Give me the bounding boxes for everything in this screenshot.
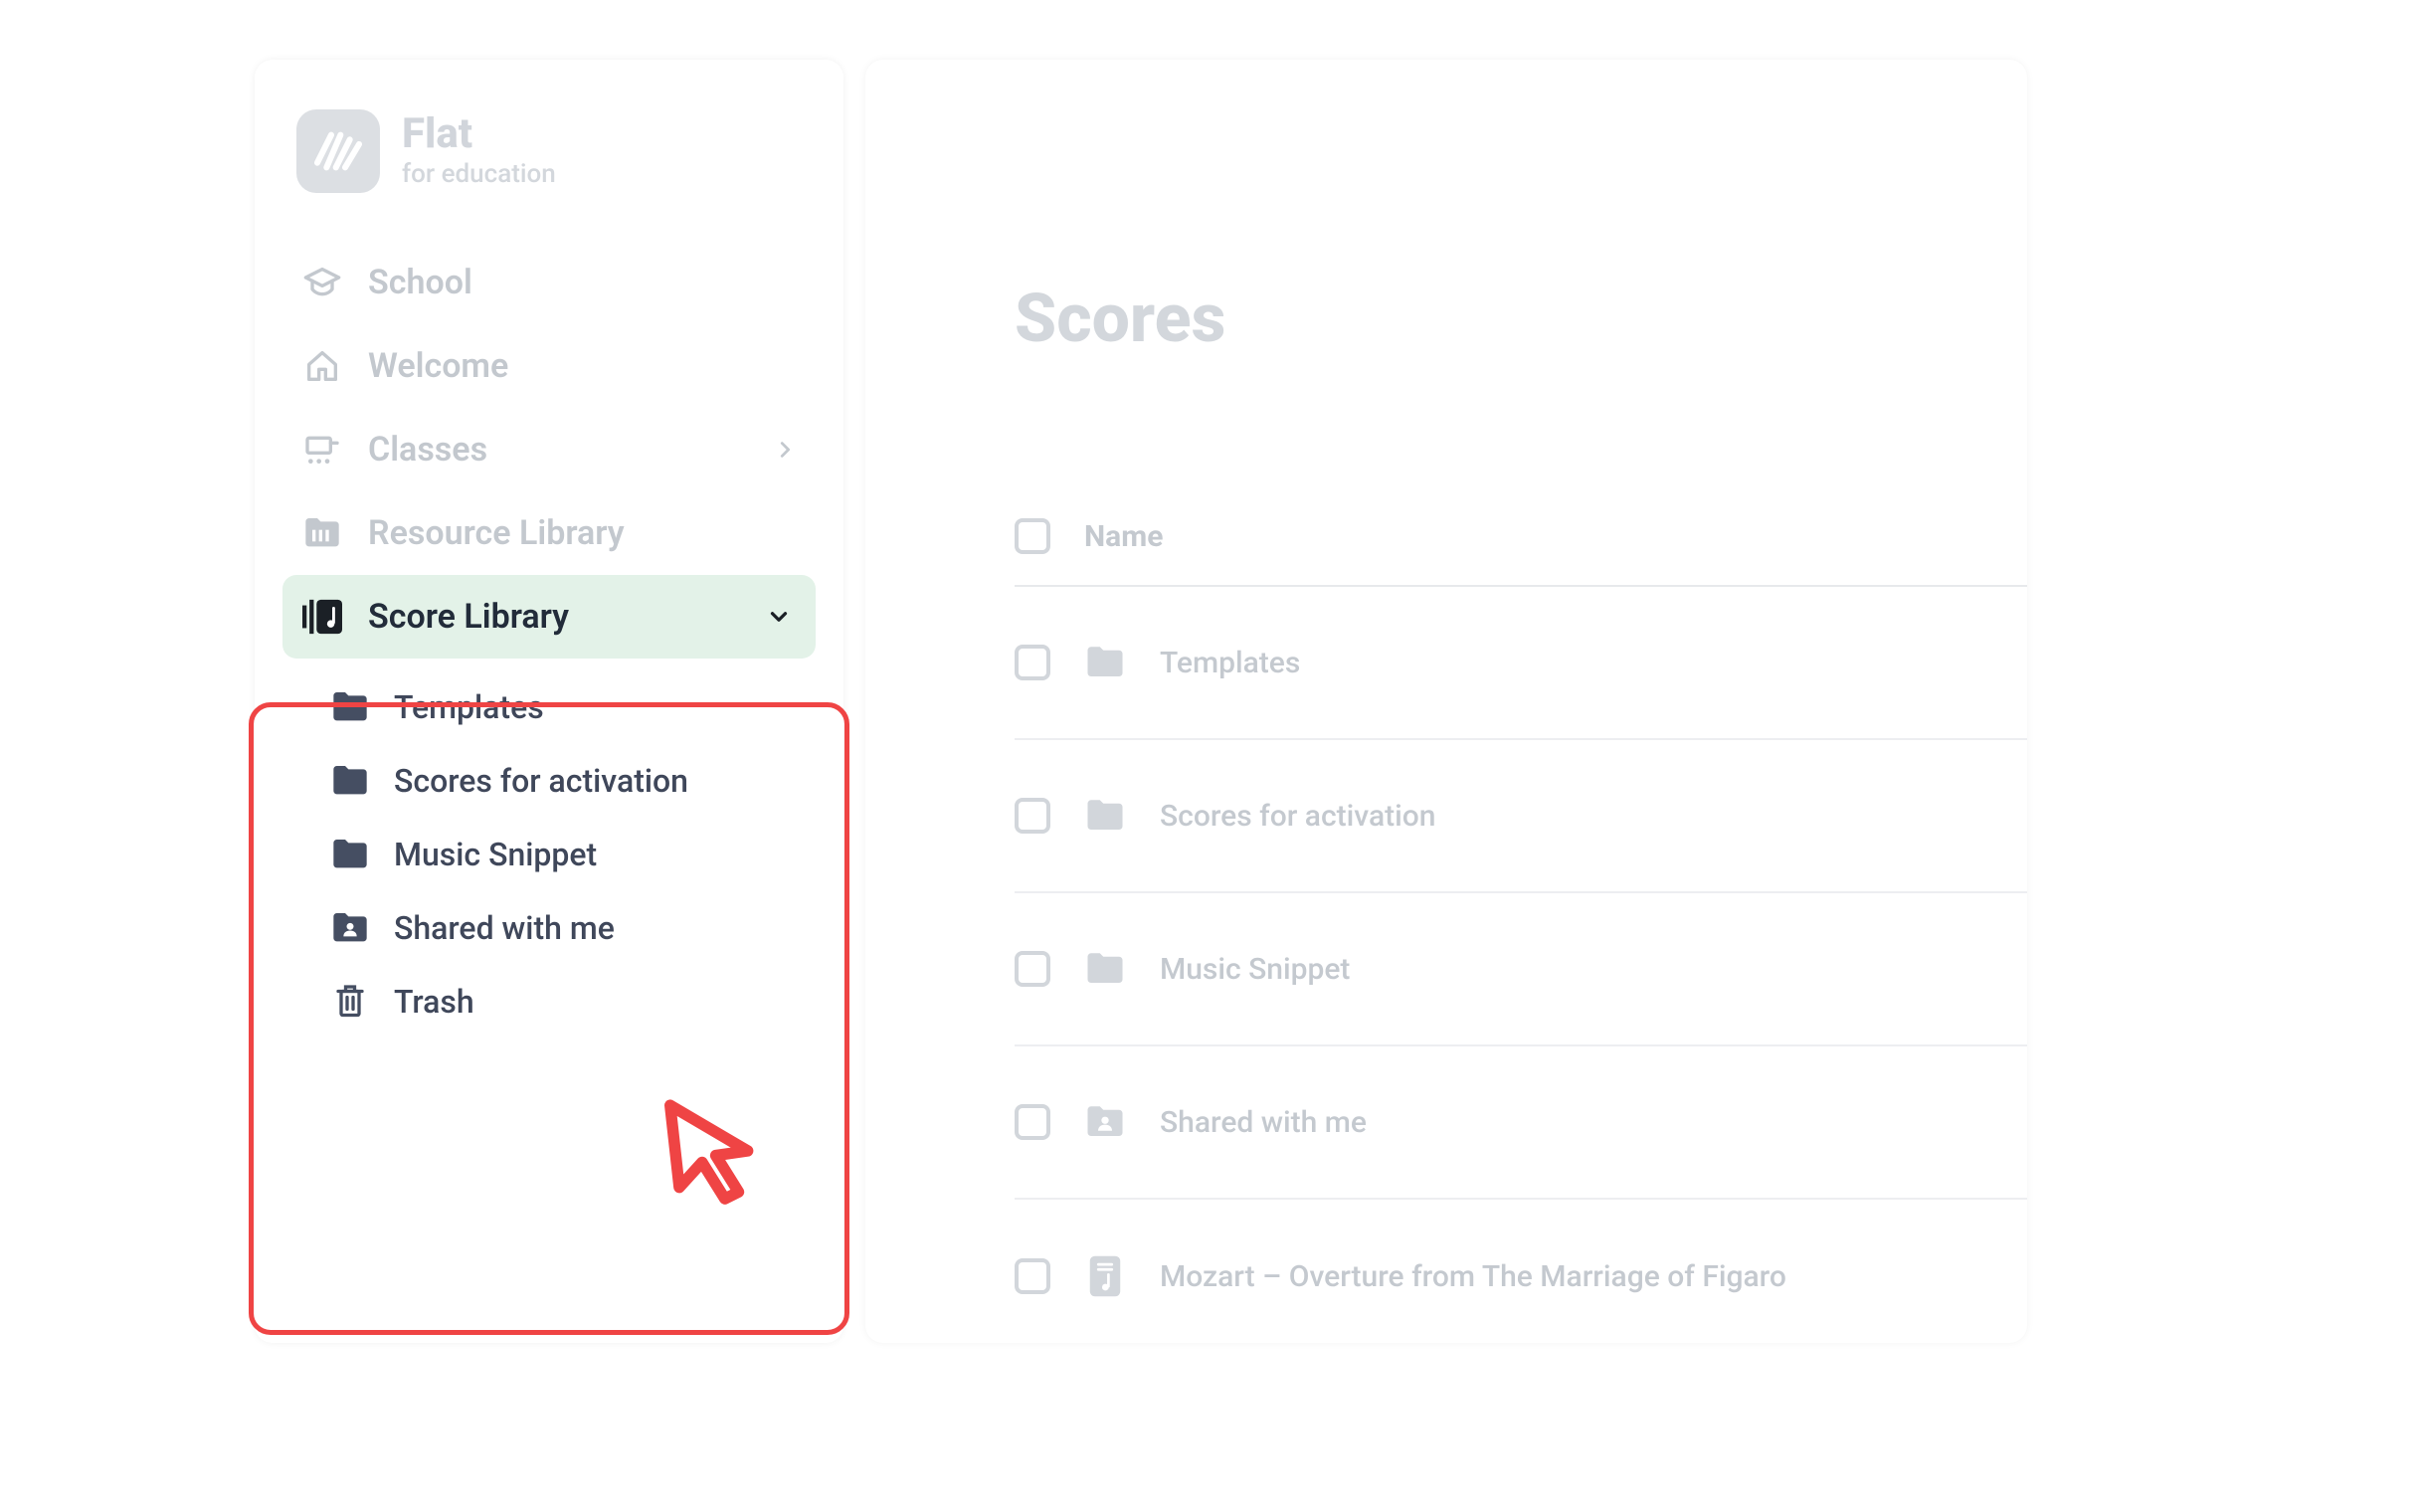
sidebar-item-label: School <box>368 263 472 302</box>
scores-table: Name Templates Scores for activation Mus… <box>1015 487 2027 1353</box>
folder-icon <box>1084 950 1126 988</box>
row-checkbox[interactable] <box>1015 798 1050 834</box>
sidebar-item-school[interactable]: School <box>282 241 816 324</box>
sidebar-item-classes[interactable]: Classes <box>282 408 816 491</box>
row-checkbox[interactable] <box>1015 951 1050 987</box>
table-row[interactable]: Templates <box>1015 587 2027 740</box>
table-header-row: Name <box>1015 487 2027 587</box>
submenu-item-label: Music Snippet <box>394 836 597 873</box>
shared-folder-icon <box>330 910 370 946</box>
classes-icon <box>302 430 342 470</box>
folder-icon <box>1084 797 1126 835</box>
submenu-item-label: Templates <box>394 688 544 726</box>
brand-tagline: for education <box>402 159 556 189</box>
chevron-right-icon <box>774 439 796 461</box>
home-icon <box>302 346 342 386</box>
page-title: Scores <box>1015 279 2027 358</box>
library-folder-icon <box>302 513 342 553</box>
submenu-item-shared-with-me[interactable]: Shared with me <box>282 891 816 965</box>
sidebar-item-label: Score Library <box>368 597 569 637</box>
trash-icon <box>330 984 370 1020</box>
shared-folder-icon <box>1084 1103 1126 1141</box>
graduation-cap-icon <box>302 263 342 302</box>
row-name: Shared with me <box>1160 1105 1367 1140</box>
submenu-item-label: Scores for activation <box>394 762 688 800</box>
sidebar-item-welcome[interactable]: Welcome <box>282 324 816 408</box>
select-all-checkbox[interactable] <box>1015 518 1050 554</box>
folder-icon <box>330 689 370 725</box>
row-name: Mozart – Overture from The Marriage of F… <box>1160 1259 1786 1294</box>
submenu-item-trash[interactable]: Trash <box>282 965 816 1039</box>
sidebar-item-label: Classes <box>368 430 487 470</box>
submenu-item-templates[interactable]: Templates <box>282 670 816 744</box>
submenu-item-label: Trash <box>394 983 474 1021</box>
row-name: Scores for activation <box>1160 799 1435 834</box>
row-checkbox[interactable] <box>1015 1104 1050 1140</box>
chevron-down-icon <box>766 604 792 630</box>
score-library-icon <box>302 597 342 637</box>
score-library-submenu: Templates Scores for activation Music Sn… <box>282 670 816 1039</box>
row-checkbox[interactable] <box>1015 1258 1050 1294</box>
folder-icon <box>1084 644 1126 681</box>
table-row[interactable]: Scores for activation <box>1015 740 2027 893</box>
score-file-icon <box>1084 1257 1126 1295</box>
sidebar-item-label: Resource Library <box>368 513 625 553</box>
submenu-item-scores-for-activation[interactable]: Scores for activation <box>282 744 816 818</box>
sidebar-item-resource-library[interactable]: Resource Library <box>282 491 816 575</box>
sidebar: Flat for education School Welcome Classe… <box>255 60 843 1343</box>
row-name: Music Snippet <box>1160 952 1350 987</box>
sidebar-item-score-library[interactable]: Score Library <box>282 575 816 659</box>
submenu-item-label: Shared with me <box>394 909 615 947</box>
submenu-item-music-snippet[interactable]: Music Snippet <box>282 818 816 891</box>
brand-name: Flat <box>402 113 556 155</box>
brand-block: Flat for education <box>296 109 816 193</box>
table-row[interactable]: Mozart – Overture from The Marriage of F… <box>1015 1200 2027 1353</box>
brand-logo-icon <box>296 109 380 193</box>
folder-icon <box>330 837 370 872</box>
row-name: Templates <box>1160 646 1300 680</box>
column-header-name: Name <box>1084 519 1163 554</box>
sidebar-item-label: Welcome <box>368 346 508 386</box>
row-checkbox[interactable] <box>1015 645 1050 680</box>
folder-icon <box>330 763 370 799</box>
table-row[interactable]: Music Snippet <box>1015 893 2027 1046</box>
main-panel: Scores Name Templates Scores for activat… <box>865 60 2027 1343</box>
table-row[interactable]: Shared with me <box>1015 1046 2027 1200</box>
